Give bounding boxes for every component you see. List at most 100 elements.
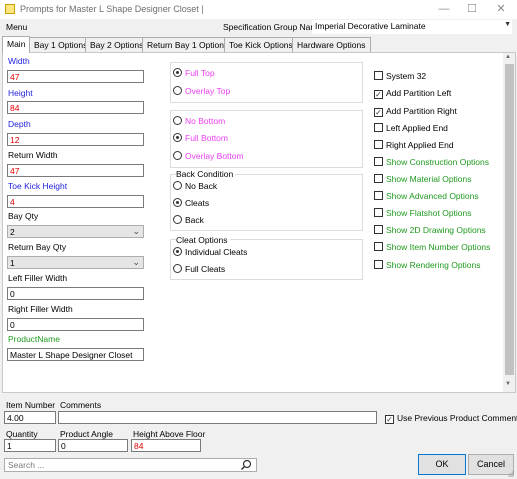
checkbox-empty-icon [374, 191, 383, 200]
resize-grip-icon[interactable] [507, 470, 515, 478]
product-name-label: ProductName [8, 334, 60, 344]
product-angle-label: Product Angle [60, 429, 113, 439]
left-filler-width-label: Left Filler Width [8, 273, 68, 283]
height-input[interactable]: 84 [7, 101, 144, 114]
return-width-input[interactable]: 47 [7, 164, 144, 177]
scroll-down-icon[interactable]: ▼ [505, 381, 511, 387]
checkmark-icon: ✓ [374, 108, 383, 117]
height-above-floor-label: Height Above Floor [133, 429, 206, 439]
no-bottom-radio[interactable]: No Bottom [173, 116, 225, 126]
tab-bay-2-options[interactable]: Bay 2 Options [85, 37, 149, 52]
individual-cleats-radio[interactable]: Individual Cleats [173, 247, 247, 257]
show-material-options-checkbox[interactable]: Show Material Options [374, 174, 472, 184]
system-32-checkbox[interactable]: System 32 [374, 71, 426, 81]
search-input[interactable]: Search ... [4, 458, 257, 472]
width-input[interactable]: 47 [7, 70, 144, 83]
checkbox-empty-icon [374, 71, 383, 80]
depth-input[interactable]: 12 [7, 133, 144, 146]
scrollbar-thumb[interactable] [505, 64, 514, 375]
back-condition-title: Back Condition [176, 169, 236, 179]
spec-group-value: Imperial Decorative Laminate [315, 21, 426, 31]
checkbox-empty-icon [374, 123, 383, 132]
bay-qty-label: Bay Qty [8, 211, 39, 221]
full-top-radio[interactable]: Full Top [173, 68, 215, 78]
toe-kick-height-input[interactable]: 4 [7, 195, 144, 208]
quantity-input[interactable]: 1 [4, 439, 56, 452]
add-partition-right-checkbox[interactable]: ✓ Add Partition Right [374, 106, 457, 117]
depth-label: Depth [8, 119, 31, 129]
return-bay-qty-label: Return Bay Qty [8, 242, 67, 252]
scroll-up-icon[interactable]: ▲ [505, 54, 511, 60]
checkbox-empty-icon [374, 225, 383, 234]
radio-selected-icon [173, 247, 182, 256]
tab-bay-1-options[interactable]: Bay 1 Options [29, 37, 93, 52]
maximize-button[interactable]: ☐ [465, 2, 479, 16]
show-rendering-options-checkbox[interactable]: Show Rendering Options [374, 260, 481, 270]
product-name-input[interactable]: Master L Shape Designer Closet [7, 348, 144, 361]
minimize-button[interactable]: — [437, 2, 451, 16]
chevron-down-icon: ⌄ [132, 226, 140, 236]
show-flatshot-options-checkbox[interactable]: Show Flatshot Options [374, 208, 472, 218]
spec-group-label: Specification Group Name [223, 22, 323, 32]
quantity-label: Quantity [6, 429, 38, 439]
tab-return-bay-1-options[interactable]: Return Bay 1 Options [142, 37, 234, 52]
right-filler-width-input[interactable]: 0 [7, 318, 144, 331]
right-filler-width-label: Right Filler Width [8, 304, 73, 314]
item-number-label: Item Number [6, 400, 56, 410]
left-filler-width-input[interactable]: 0 [7, 287, 144, 300]
overlay-top-radio[interactable]: Overlay Top [173, 86, 230, 96]
product-angle-input[interactable]: 0 [58, 439, 128, 452]
show-advanced-options-checkbox[interactable]: Show Advanced Options [374, 191, 479, 201]
tab-hardware-options[interactable]: Hardware Options [292, 37, 371, 52]
spec-group-select[interactable]: Imperial Decorative Laminate ▼ [312, 20, 512, 34]
radio-unselected-icon [173, 181, 182, 190]
overlay-bottom-radio[interactable]: Overlay Bottom [173, 151, 244, 161]
full-bottom-radio[interactable]: Full Bottom [173, 133, 228, 143]
chevron-down-icon: ▼ [504, 21, 511, 28]
radio-unselected-icon [173, 116, 182, 125]
width-label: Width [8, 56, 30, 66]
height-label: Height [8, 88, 33, 98]
search-placeholder: Search ... [8, 460, 45, 470]
search-icon[interactable] [240, 459, 252, 471]
radio-unselected-icon [173, 215, 182, 224]
show-2d-drawing-options-checkbox[interactable]: Show 2D Drawing Options [374, 225, 486, 235]
comments-label: Comments [60, 400, 102, 410]
bay-qty-select[interactable]: 2 ⌄ [7, 225, 144, 238]
tab-main[interactable]: Main [2, 36, 31, 53]
radio-unselected-icon [173, 86, 182, 95]
no-back-radio[interactable]: No Back [173, 181, 217, 191]
toe-kick-height-label: Toe Kick Height [8, 181, 68, 191]
return-width-label: Return Width [8, 150, 58, 160]
show-item-number-options-checkbox[interactable]: Show Item Number Options [374, 242, 490, 252]
radio-selected-icon [173, 133, 182, 142]
checkbox-empty-icon [374, 242, 383, 251]
radio-unselected-icon [173, 151, 182, 160]
tab-toe-kick-options[interactable]: Toe Kick Options [224, 37, 298, 52]
chevron-down-icon: ⌄ [132, 257, 140, 267]
cleat-options-title: Cleat Options [176, 235, 230, 245]
add-partition-left-checkbox[interactable]: ✓ Add Partition Left [374, 88, 451, 99]
checkmark-icon: ✓ [385, 415, 394, 424]
checkbox-empty-icon [374, 140, 383, 149]
return-bay-qty-select[interactable]: 1 ⌄ [7, 256, 144, 269]
radio-selected-icon [173, 198, 182, 207]
close-button[interactable]: ✕ [494, 2, 508, 16]
left-applied-end-checkbox[interactable]: Left Applied End [374, 123, 448, 133]
use-previous-comments-checkbox[interactable]: ✓ Use Previous Product Comments [385, 413, 517, 424]
item-number-input[interactable]: 4.00 [4, 411, 56, 424]
show-construction-options-checkbox[interactable]: Show Construction Options [374, 157, 489, 167]
window-title: Prompts for Master L Shape Designer Clos… [20, 4, 204, 14]
ok-button[interactable]: OK [418, 454, 466, 475]
return-bay-qty-value: 1 [10, 258, 15, 268]
checkbox-empty-icon [374, 157, 383, 166]
checkbox-empty-icon [374, 208, 383, 217]
full-cleats-radio[interactable]: Full Cleats [173, 264, 225, 274]
back-radio[interactable]: Back [173, 215, 204, 225]
cleats-radio[interactable]: Cleats [173, 198, 209, 208]
comments-input[interactable] [58, 411, 377, 424]
height-above-floor-input[interactable]: 84 [131, 439, 201, 452]
menu-button[interactable]: Menu [6, 22, 27, 32]
right-applied-end-checkbox[interactable]: Right Applied End [374, 140, 454, 150]
bay-qty-value: 2 [10, 227, 15, 237]
